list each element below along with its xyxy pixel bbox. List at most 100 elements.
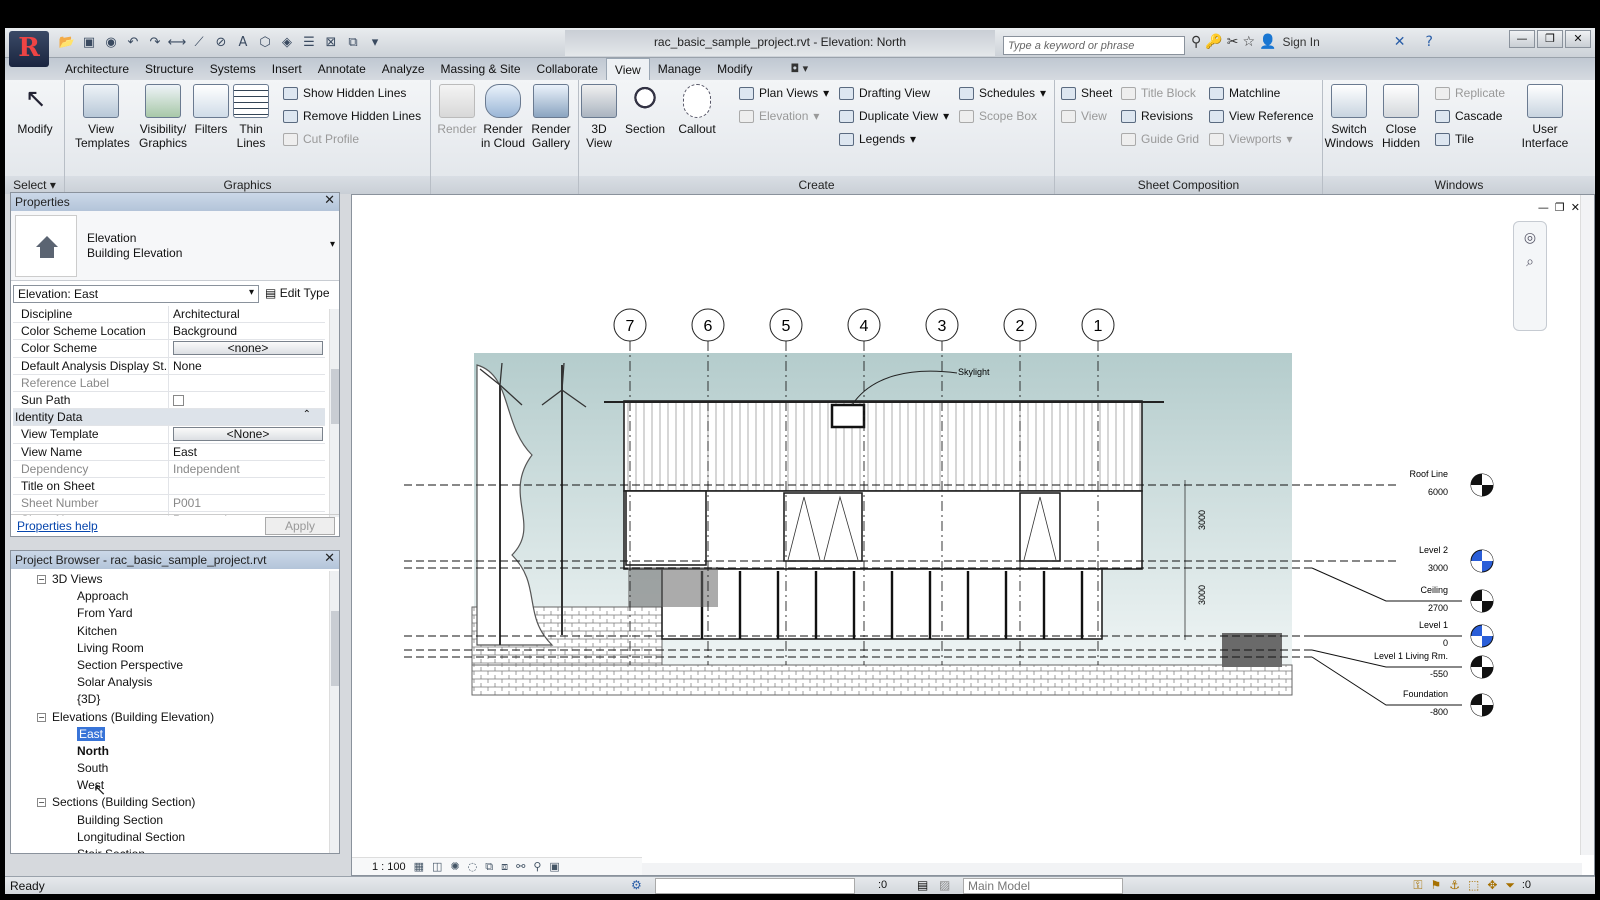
legends-button[interactable]: Legends ▾ (839, 132, 916, 146)
worksets-icon[interactable]: ⚙ (631, 878, 642, 892)
workset-select[interactable] (655, 878, 855, 894)
replicate-button[interactable]: Replicate (1435, 86, 1505, 100)
collapse-icon[interactable]: − (37, 798, 46, 808)
schedules-button[interactable]: Schedules ▾ (959, 86, 1046, 100)
browser-view-item[interactable]: Kitchen (11, 623, 327, 640)
property-value[interactable]: P001 (169, 495, 325, 511)
duplicate-view-button[interactable]: Duplicate View ▾ (839, 109, 949, 123)
cut-profile-button[interactable]: Cut Profile (283, 132, 359, 146)
modify-button[interactable]: ↖ Modify (9, 84, 61, 136)
editable-only-icon[interactable]: ▤ (917, 878, 928, 892)
save-icon[interactable]: ▣ (79, 34, 99, 52)
user-interface-button[interactable]: User Interface (1519, 84, 1571, 150)
viewports-button[interactable]: Viewports ▾ (1209, 132, 1293, 146)
crop-view-icon[interactable]: ⧉ (485, 860, 493, 874)
minimize-icon[interactable]: — (1509, 30, 1535, 48)
callout-button[interactable]: Callout (671, 84, 723, 136)
chevron-down-icon[interactable]: ▾ (330, 239, 335, 250)
guide-grid-button[interactable]: Guide Grid (1121, 132, 1199, 146)
tag-icon[interactable]: ⊘ (211, 34, 231, 52)
property-row[interactable]: Discipline Architectural (13, 306, 325, 324)
tab-collaborate[interactable]: Collaborate (529, 58, 606, 80)
redo-icon[interactable]: ↷ (145, 34, 165, 52)
drag-elements-icon[interactable]: ✥ (1487, 878, 1497, 893)
3d-view-icon[interactable]: ⬡ (255, 34, 275, 52)
browser-view-item[interactable]: Section Perspective (11, 657, 327, 674)
property-row[interactable]: Sheet Number P001 (13, 495, 325, 513)
horizontal-scrollbar[interactable] (642, 863, 1582, 875)
elevation-button[interactable]: Elevation ▾ (739, 109, 819, 123)
ribbon-display-toggle-icon[interactable]: ◘ ▾ (790, 58, 808, 80)
select-by-face-icon[interactable]: ⬚ (1468, 878, 1479, 893)
section-button[interactable]: Section (619, 84, 671, 136)
vertical-scrollbar[interactable] (1580, 195, 1594, 855)
sync-icon[interactable]: ◉ (101, 34, 121, 52)
browser-group[interactable]: − Sections (Building Section) (11, 794, 327, 811)
scroll-thumb[interactable] (331, 369, 339, 424)
property-row[interactable]: Color Scheme Location Background (13, 323, 325, 341)
user-icon[interactable]: 👤 (1259, 34, 1276, 50)
browser-scrollbar[interactable] (329, 571, 339, 853)
property-value[interactable] (169, 375, 325, 391)
render-button[interactable]: Render (431, 84, 483, 136)
design-options-icon[interactable]: ▨ (939, 878, 950, 892)
property-value[interactable]: Architectural (169, 306, 325, 322)
property-value[interactable]: None (169, 358, 325, 374)
browser-group[interactable]: − Elevations (Building Elevation) (11, 709, 327, 726)
sun-path-checkbox[interactable] (173, 394, 184, 406)
property-value[interactable] (169, 478, 325, 494)
property-row[interactable]: View Name East (13, 443, 325, 461)
close-hidden-icon[interactable]: ⊠ (321, 34, 341, 52)
worksharing-display-icon[interactable]: ▣ (549, 860, 559, 873)
browser-view-item[interactable]: Stair Section (11, 846, 327, 853)
temporary-hide-icon[interactable]: ⚯ (516, 860, 525, 873)
properties-scrollbar[interactable] (329, 309, 339, 517)
property-value[interactable]: <none> (169, 340, 325, 356)
property-group-header[interactable]: Identity Data ⌃ (13, 409, 325, 427)
type-selector[interactable]: Elevation Building Elevation ▾ (11, 211, 339, 281)
properties-help-link[interactable]: Properties help (17, 519, 98, 533)
browser-view-item[interactable]: North (11, 743, 327, 760)
tab-modify[interactable]: Modify (709, 58, 760, 80)
property-value[interactable]: Background (169, 323, 325, 339)
property-value-button[interactable]: <none> (173, 341, 323, 356)
communication-icon[interactable]: ✂ (1227, 34, 1239, 50)
browser-view-item[interactable]: Solar Analysis (11, 674, 327, 691)
tab-architecture[interactable]: Architecture (57, 58, 137, 80)
collapse-icon[interactable]: ⌃ (303, 409, 311, 420)
remove-hidden-lines-button[interactable]: Remove Hidden Lines (283, 109, 421, 123)
apply-button[interactable]: Apply (265, 517, 335, 535)
browser-group[interactable]: −3D Views (11, 571, 327, 588)
detail-level-icon[interactable]: ▦ (414, 860, 424, 873)
instance-filter-select[interactable]: Elevation: East ▾ (13, 285, 259, 303)
switch-windows-button[interactable]: Switch Windows (1323, 84, 1375, 150)
exchange-icon[interactable]: ✕ (1394, 34, 1406, 50)
edit-type-button[interactable]: ▤ Edit Type (265, 286, 330, 300)
sheet-button[interactable]: Sheet (1061, 86, 1112, 100)
close-hidden-button[interactable]: Close Hidden (1375, 84, 1427, 150)
select-pinned-icon[interactable]: ⚓ (1449, 878, 1460, 893)
drafting-view-button[interactable]: Drafting View (839, 86, 930, 100)
thin-lines-button[interactable]: Thin Lines (225, 84, 277, 150)
render-in-cloud-button[interactable]: Render in Cloud (477, 84, 529, 150)
thin-lines-icon[interactable]: ☰ (299, 34, 319, 52)
tab-analyze[interactable]: Analyze (374, 58, 433, 80)
visual-style-icon[interactable]: ◫ (432, 860, 442, 873)
property-row[interactable]: Sun Path (13, 391, 325, 410)
browser-view-item[interactable]: From Yard (11, 605, 327, 622)
browser-view-item[interactable]: Building Section (11, 812, 327, 829)
title-block-button[interactable]: Title Block (1121, 86, 1196, 100)
binoculars-icon[interactable]: ⚲ (1191, 34, 1201, 50)
browser-view-item[interactable]: East (11, 726, 327, 743)
view-scale[interactable]: 1 : 100 (372, 861, 406, 873)
render-gallery-button[interactable]: Render Gallery (525, 84, 577, 150)
customize-qat-icon[interactable]: ▾ (365, 34, 385, 52)
property-row[interactable]: Default Analysis Display St... None (13, 357, 325, 375)
design-option-select[interactable]: Main Model (963, 878, 1123, 894)
shadows-icon[interactable]: ◌ (468, 860, 478, 873)
property-row[interactable]: Color Scheme <none> (13, 340, 325, 358)
place-view-button[interactable]: View (1061, 109, 1107, 123)
select-links-icon[interactable]: ⚿ (1413, 878, 1422, 893)
property-value-button[interactable]: <None> (173, 427, 323, 442)
browser-view-item[interactable]: Longitudinal Section (11, 829, 327, 846)
